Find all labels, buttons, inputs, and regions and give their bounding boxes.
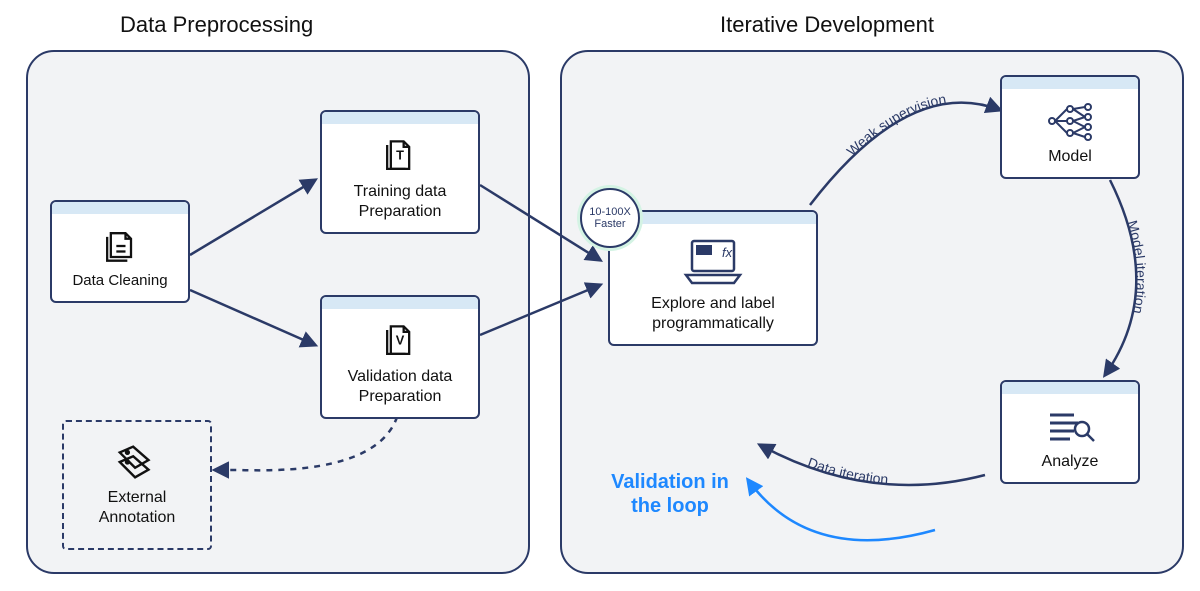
card-training-prep: T Training data Preparation	[320, 110, 480, 234]
card-label-validation-prep: Validation data Preparation	[322, 365, 478, 417]
diagram-canvas: Data Preprocessing Iterative Development	[0, 0, 1200, 591]
badge-line1: 10-100X	[589, 206, 631, 218]
validation-loop-text: Validation in the loop	[590, 470, 750, 518]
section-title-iterative: Iterative Development	[720, 12, 934, 38]
analyze-icon	[1002, 402, 1138, 450]
card-model: Model	[1000, 75, 1140, 179]
card-label-data-cleaning: Data Cleaning	[52, 270, 188, 301]
badge-faster: 10-100X Faster	[580, 188, 640, 248]
card-label-explore: Explore and label programmatically	[610, 292, 816, 344]
card-external-annotation: External Annotation	[62, 420, 212, 550]
card-label-model: Model	[1002, 145, 1138, 177]
section-title-preprocessing: Data Preprocessing	[120, 12, 313, 38]
svg-text:V: V	[396, 333, 405, 348]
card-label-analyze: Analyze	[1002, 450, 1138, 482]
svg-text:fx: fx	[722, 245, 733, 260]
card-analyze: Analyze	[1000, 380, 1140, 484]
card-label-training-prep: Training data Preparation	[322, 180, 478, 232]
tags-icon	[64, 438, 210, 486]
badge-line2: Faster	[594, 218, 625, 230]
document-t-icon: T	[322, 132, 478, 180]
laptop-fx-icon: fx	[610, 232, 816, 292]
card-validation-prep: V Validation data Preparation	[320, 295, 480, 419]
svg-text:T: T	[396, 148, 404, 163]
card-label-external-annotation: External Annotation	[64, 486, 210, 538]
neural-network-icon	[1002, 97, 1138, 145]
card-explore: fx Explore and label programmatically	[608, 210, 818, 346]
card-data-cleaning: Data Cleaning	[50, 200, 190, 303]
document-stack-icon	[52, 222, 188, 270]
document-v-icon: V	[322, 317, 478, 365]
